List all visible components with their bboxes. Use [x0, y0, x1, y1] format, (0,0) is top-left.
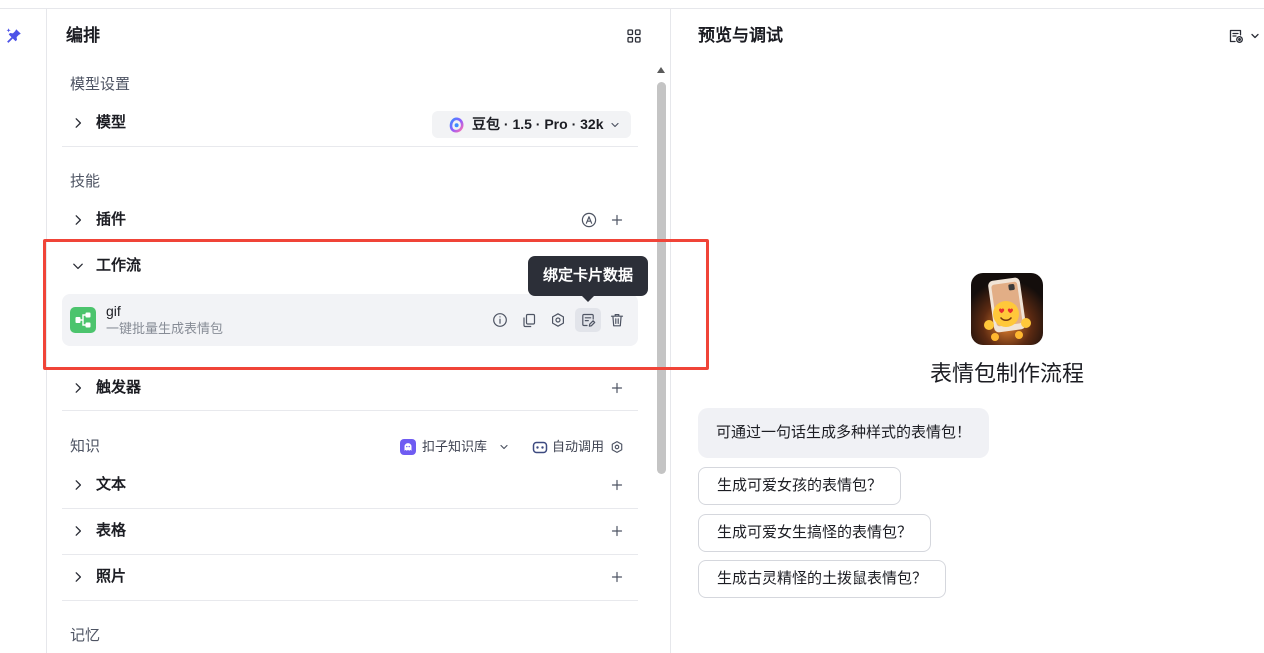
auto-mode-icon[interactable]: [581, 212, 597, 228]
knowledge-table-row[interactable]: 表格: [62, 519, 638, 543]
divider: [62, 508, 638, 509]
chevron-right-icon: [72, 571, 84, 583]
add-text-plus-icon[interactable]: [611, 479, 623, 491]
add-table-plus-icon[interactable]: [611, 525, 623, 537]
section-label-knowledge: 知识: [70, 438, 101, 455]
chevron-right-icon: [72, 525, 84, 537]
preview-panel: 预览与调试 表情包制作流程 可通过一句话生成多种样式的表情包！ 生成可爱女孩的表…: [671, 9, 1264, 653]
chevron-right-icon: [72, 214, 84, 226]
triggers-label: 触发器: [96, 379, 142, 396]
knowledge-source-select[interactable]: 扣子知识库: [422, 437, 487, 457]
grid-layout-icon[interactable]: [627, 29, 641, 43]
knowledge-photo-label: 照片: [96, 568, 127, 585]
suggested-question-button[interactable]: 生成古灵精怪的土拨鼠表情包？: [698, 560, 947, 598]
model-selected-value: 豆包 · 1.5 · Pro · 32k: [472, 116, 604, 132]
knowledge-text-row[interactable]: 文本: [62, 473, 638, 497]
preview-title: 预览与调试: [698, 26, 783, 45]
knowledge-settings-gear-icon[interactable]: [610, 440, 624, 454]
model-row-label: 模型: [96, 114, 127, 131]
chevron-down-icon: [610, 120, 620, 130]
orchestration-title: 编排: [66, 26, 100, 45]
auto-call-label[interactable]: 自动调用: [552, 437, 604, 457]
suggested-question-button[interactable]: 生成可爱女孩的表情包？: [698, 467, 902, 505]
chevron-right-icon: [72, 382, 84, 394]
triggers-row[interactable]: 触发器: [62, 376, 638, 400]
chevron-right-icon: [72, 479, 84, 491]
app-window: 编排 模型设置 模型 豆包 · 1.5 · Pro · 32k 技能 插件 工作…: [0, 0, 1264, 653]
suggested-question-button[interactable]: 生成可爱女生搞怪的表情包？: [698, 514, 932, 552]
plugins-row[interactable]: 插件: [62, 208, 638, 232]
section-label-skills: 技能: [70, 173, 101, 190]
knowledge-text-label: 文本: [96, 476, 127, 493]
opening-message: 可通过一句话生成多种样式的表情包！: [698, 408, 990, 458]
knowledge-table-label: 表格: [96, 522, 127, 539]
add-trigger-plus-icon[interactable]: [611, 382, 623, 394]
chevron-down-icon[interactable]: [499, 442, 509, 452]
highlight-annotation-box: [43, 239, 709, 370]
divider: [62, 554, 638, 555]
bot-avatar: [971, 273, 1043, 345]
doubao-logo-icon: [448, 116, 464, 133]
pin-sparkle-icon[interactable]: [5, 27, 23, 45]
divider: [62, 410, 638, 411]
knowledge-photo-row[interactable]: 照片: [62, 565, 638, 589]
left-rail: [0, 9, 47, 653]
add-photo-plus-icon[interactable]: [611, 571, 623, 583]
divider: [62, 600, 638, 601]
chevron-down-icon[interactable]: [1250, 31, 1260, 41]
plugins-label: 插件: [96, 211, 127, 228]
scroll-up-arrow[interactable]: [657, 67, 665, 73]
debug-settings-icon[interactable]: [1228, 28, 1244, 44]
add-plugin-plus-icon[interactable]: [611, 214, 623, 226]
divider: [62, 146, 638, 147]
model-selector[interactable]: 豆包 · 1.5 · Pro · 32k: [432, 111, 631, 138]
section-label-model-settings: 模型设置: [70, 76, 131, 93]
section-label-memory: 记忆: [70, 627, 101, 644]
bot-name: 表情包制作流程: [929, 361, 1084, 386]
chevron-right-icon: [72, 117, 84, 129]
auto-call-icon[interactable]: [532, 441, 548, 454]
knowledge-base-icon[interactable]: [400, 439, 416, 455]
